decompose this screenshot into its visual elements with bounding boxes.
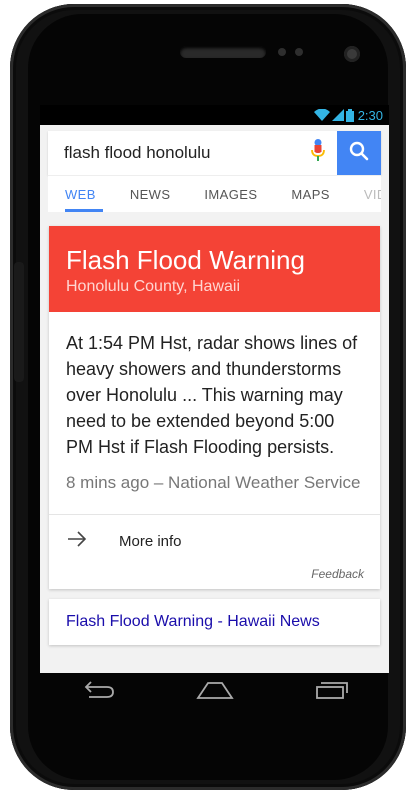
mic-button[interactable] xyxy=(299,138,337,168)
recents-icon[interactable] xyxy=(315,681,349,704)
tab-news[interactable]: NEWS xyxy=(113,187,188,202)
earpiece-speaker xyxy=(180,46,266,58)
status-time: 2:30 xyxy=(357,107,383,123)
wifi-icon xyxy=(313,109,330,121)
active-tab-indicator xyxy=(65,209,103,212)
tab-videos[interactable]: VIDE xyxy=(347,187,381,202)
tab-images[interactable]: IMAGES xyxy=(187,187,274,202)
side-button xyxy=(14,262,24,382)
alert-card: Flash Flood Warning Honolulu County, Haw… xyxy=(49,226,380,589)
search-result: Flash Flood Warning - Hawaii News xyxy=(49,599,380,645)
tab-web[interactable]: WEB xyxy=(48,187,113,202)
mic-icon xyxy=(311,138,325,168)
search-bar: flash flood honolulu xyxy=(48,131,381,175)
alert-body: At 1:54 PM Hst, radar shows lines of hea… xyxy=(66,333,358,457)
nav-bar xyxy=(40,673,389,711)
screen: 2:30 flash flood honolulu WEB NEWS IMAGE… xyxy=(40,105,389,673)
more-info-label: More info xyxy=(119,532,182,550)
tab-maps[interactable]: MAPS xyxy=(274,187,346,202)
result-link[interactable]: Flash Flood Warning - Hawaii News xyxy=(66,613,320,630)
light-sensor xyxy=(295,48,303,56)
search-input[interactable]: flash flood honolulu xyxy=(48,143,299,163)
front-camera xyxy=(344,46,360,62)
alert-source: 8 mins ago – National Weather Service xyxy=(66,473,361,492)
feedback-link[interactable]: Feedback xyxy=(49,567,380,589)
proximity-sensor xyxy=(278,48,286,56)
alert-header: Flash Flood Warning Honolulu County, Haw… xyxy=(49,226,380,312)
alert-location: Honolulu County, Hawaii xyxy=(66,278,241,295)
search-tabs: WEB NEWS IMAGES MAPS VIDE xyxy=(48,175,381,212)
status-bar: 2:30 xyxy=(40,105,389,125)
home-icon[interactable] xyxy=(195,681,234,704)
search-button[interactable] xyxy=(337,131,381,175)
signal-icon xyxy=(331,109,344,121)
search-icon xyxy=(349,141,369,166)
battery-icon xyxy=(345,108,354,122)
more-info-link[interactable]: More info xyxy=(49,515,380,567)
back-icon[interactable] xyxy=(81,680,115,704)
alert-title: Flash Flood Warning xyxy=(66,245,305,275)
arrow-right-icon xyxy=(67,531,119,551)
